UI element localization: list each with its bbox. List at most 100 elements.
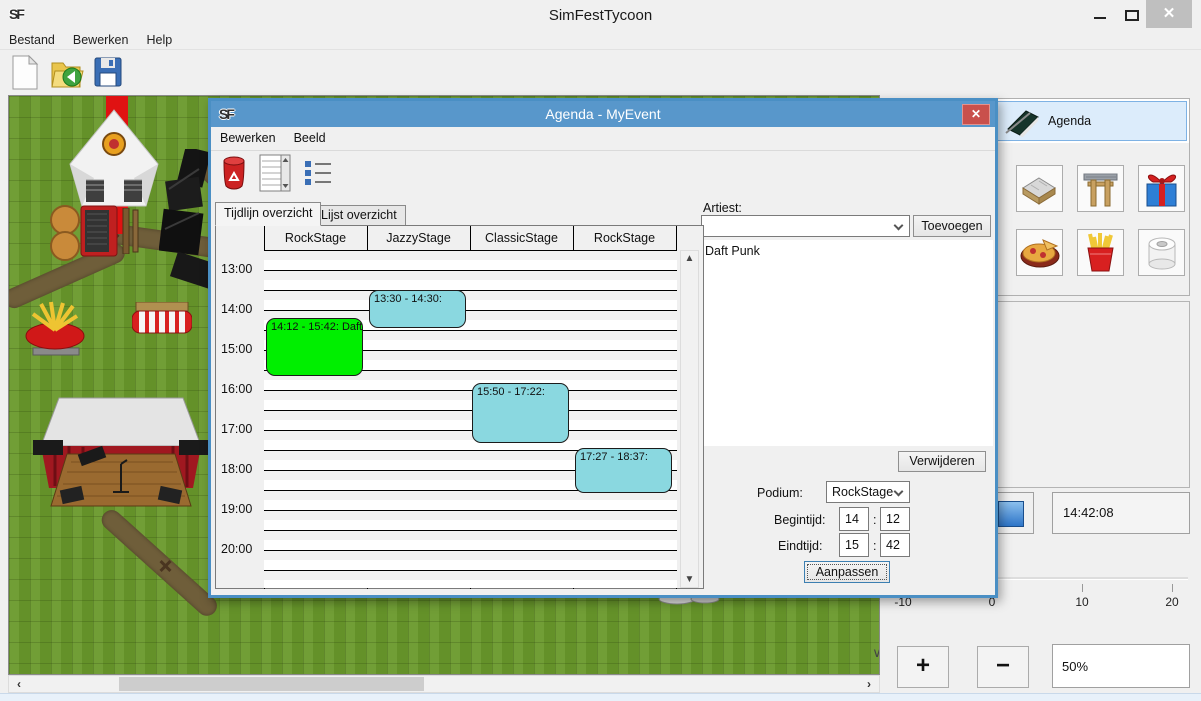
delete-trash-icon[interactable] bbox=[221, 156, 247, 190]
schedule-events: 14:12 - 15:42: Daft Punk13:30 - 14:30: 15… bbox=[264, 250, 677, 588]
shop-button-gift[interactable] bbox=[1138, 165, 1185, 212]
schedule-event[interactable]: 13:30 - 14:30: bbox=[369, 290, 466, 328]
walkway-tile-icon bbox=[1017, 166, 1062, 211]
open-file-icon[interactable] bbox=[50, 55, 86, 91]
menu-item-bewerken[interactable]: Bewerken bbox=[64, 30, 138, 47]
time-label: 14:00 bbox=[221, 302, 261, 318]
maximize-button[interactable] bbox=[1118, 4, 1146, 26]
verwijderen-button[interactable]: Verwijderen bbox=[898, 451, 986, 472]
main-menubar: BestandBewerkenHelp bbox=[0, 30, 1201, 50]
menu-item-help[interactable]: Help bbox=[137, 30, 181, 47]
slider-tick bbox=[1172, 584, 1173, 592]
menu-item-bewerken[interactable]: Bewerken bbox=[211, 127, 285, 145]
zoom-in-button[interactable]: + bbox=[897, 646, 949, 688]
sidebar-item-agenda[interactable]: Agenda bbox=[993, 101, 1187, 141]
eindtijd-label: Eindtijd: bbox=[778, 539, 822, 553]
schedule-column-header: RockStage bbox=[573, 226, 676, 250]
zoom-level-value: 50% bbox=[1062, 659, 1088, 674]
shop-button-toilet-paper[interactable] bbox=[1138, 229, 1185, 276]
artist-list-item[interactable]: Daft Punk bbox=[700, 240, 993, 258]
schedule-column-header: RockStage bbox=[264, 226, 367, 250]
app-title: SimFestTycoon bbox=[0, 7, 1201, 24]
time-label: 18:00 bbox=[221, 462, 261, 478]
play-icon bbox=[998, 501, 1024, 527]
new-file-icon[interactable] bbox=[10, 55, 40, 91]
menu-item-bestand[interactable]: Bestand bbox=[0, 30, 64, 47]
eind-hour-input[interactable]: 15 bbox=[839, 533, 869, 557]
scroll-down-icon[interactable]: ▼ bbox=[681, 574, 698, 585]
artist-combobox[interactable] bbox=[701, 215, 910, 237]
slider-label: 20 bbox=[1165, 595, 1178, 609]
info-groupbox bbox=[990, 301, 1190, 488]
scrollbar-thumb[interactable] bbox=[119, 677, 424, 691]
artist-listbox[interactable]: Daft Punk bbox=[700, 240, 993, 446]
zoom-out-button[interactable]: − bbox=[977, 646, 1029, 688]
game-clock: 14:42:08 bbox=[1052, 492, 1190, 534]
minimize-button[interactable] bbox=[1086, 4, 1114, 26]
maximize-icon bbox=[1125, 10, 1139, 21]
schedule-event-selected[interactable]: 14:12 - 15:42: Daft Punk bbox=[266, 318, 363, 376]
timeline-view-icon[interactable] bbox=[259, 154, 291, 192]
dialog-title: Agenda - MyEvent bbox=[211, 106, 995, 122]
time-label: 15:00 bbox=[221, 342, 261, 358]
begin-minute-input[interactable]: 12 bbox=[880, 507, 910, 531]
agenda-book-icon bbox=[1004, 107, 1040, 137]
slider-label: 10 bbox=[1075, 595, 1088, 609]
shop-button-torii-gate[interactable] bbox=[1077, 165, 1124, 212]
podium-combobox[interactable]: RockStage bbox=[826, 481, 910, 503]
schedule-column-header: ClassicStage bbox=[470, 226, 573, 250]
agenda-dialog: SF Agenda - MyEvent ✕ BewerkenBeeld Tijd… bbox=[208, 98, 998, 598]
shop-button-walkway-tile[interactable] bbox=[1016, 165, 1063, 212]
tab-lijst-overzicht[interactable]: Lijst overzicht bbox=[312, 205, 406, 226]
shop-button-fries[interactable] bbox=[1077, 229, 1124, 276]
close-button[interactable]: ✕ bbox=[1146, 0, 1192, 28]
dialog-toolbar bbox=[211, 151, 995, 195]
chevron-down-icon bbox=[894, 487, 904, 497]
list-view-icon[interactable] bbox=[303, 158, 333, 188]
schedule-event[interactable]: 17:27 - 18:37: bbox=[575, 448, 672, 493]
time-label: 20:00 bbox=[221, 542, 261, 558]
pizza-icon bbox=[1017, 230, 1062, 275]
time-colon: : bbox=[873, 539, 876, 553]
bench[interactable] bbox=[121, 208, 141, 254]
aanpassen-button[interactable]: Aanpassen bbox=[804, 561, 890, 583]
toevoegen-button[interactable]: Toevoegen bbox=[913, 215, 991, 237]
minimize-icon bbox=[1094, 17, 1106, 19]
dialog-body: Tijdlijn overzicht Lijst overzicht RockS… bbox=[211, 195, 995, 595]
dialog-close-button[interactable]: ✕ bbox=[962, 104, 990, 125]
time-label: 17:00 bbox=[221, 422, 261, 438]
dialog-menubar: BewerkenBeeld bbox=[211, 127, 995, 151]
clock-value: 14:42:08 bbox=[1063, 505, 1114, 520]
path-junction-marker bbox=[157, 558, 173, 574]
torii-gate-icon bbox=[1078, 166, 1123, 211]
map-horizontal-scrollbar[interactable]: ‹ › bbox=[8, 675, 880, 693]
menu-item-beeld[interactable]: Beeld bbox=[285, 127, 335, 145]
time-label: 13:00 bbox=[221, 262, 261, 278]
shop-button-pizza[interactable] bbox=[1016, 229, 1063, 276]
map-scroll-down-icon[interactable]: ∨ bbox=[869, 646, 880, 662]
dialog-titlebar[interactable]: SF Agenda - MyEvent ✕ bbox=[211, 101, 995, 127]
begin-hour-input[interactable]: 14 bbox=[839, 507, 869, 531]
slider-tick bbox=[1082, 584, 1083, 592]
podium-combobox-value: RockStage bbox=[832, 485, 893, 499]
stage[interactable] bbox=[31, 394, 211, 514]
market-stall[interactable] bbox=[132, 302, 192, 336]
table-vertical-scrollbar[interactable]: ▲ ▼ bbox=[680, 250, 699, 588]
eind-minute-input[interactable]: 42 bbox=[880, 533, 910, 557]
schedule-event[interactable]: 15:50 - 17:22: bbox=[472, 383, 569, 442]
agenda-label: Agenda bbox=[1048, 114, 1091, 128]
time-label: 19:00 bbox=[221, 502, 261, 518]
main-titlebar: SF SimFestTycoon ✕ bbox=[0, 0, 1201, 30]
main-toolbar bbox=[0, 51, 1201, 95]
save-icon[interactable] bbox=[94, 57, 122, 87]
time-colon: : bbox=[873, 513, 876, 527]
scroll-up-icon[interactable]: ▲ bbox=[681, 253, 698, 264]
festival-tent[interactable] bbox=[56, 104, 172, 214]
scroll-right-icon[interactable]: › bbox=[861, 677, 877, 691]
schedule-table[interactable]: RockStageJazzyStageClassicStageRockStage… bbox=[215, 225, 704, 589]
status-strip bbox=[0, 693, 1201, 701]
scroll-left-icon[interactable]: ‹ bbox=[11, 677, 27, 691]
podium-label: Podium: bbox=[757, 486, 803, 500]
tab-tijdlijn-overzicht[interactable]: Tijdlijn overzicht bbox=[215, 202, 321, 226]
fries-stand[interactable] bbox=[21, 296, 91, 358]
